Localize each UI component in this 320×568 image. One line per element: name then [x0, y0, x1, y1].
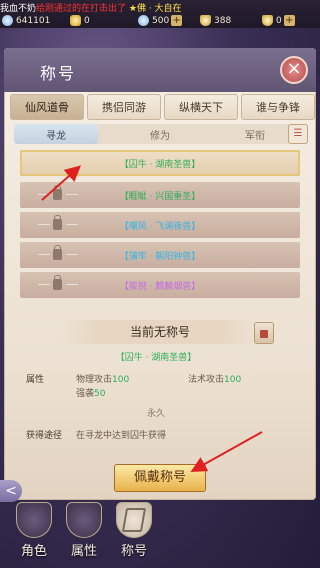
title-row[interactable]: 【嘲风 · 飞澜夜兽】 [20, 212, 300, 238]
currency-value: 388 [214, 15, 232, 26]
subtab-xiuwei[interactable]: 修为 [118, 124, 202, 144]
divider [38, 224, 50, 225]
attr-physical-attack: 物理攻击100 [76, 375, 130, 385]
title-row[interactable]: 【蒲牢 · 朝阳钟兽】 [20, 242, 300, 268]
lock-icon [53, 185, 62, 200]
title-row[interactable]: 【囚牛 · 湖南圣兽】 [20, 150, 300, 176]
panel-title: 称号 [40, 64, 77, 83]
nav-label: 称号 [120, 544, 147, 559]
divider [38, 194, 50, 195]
divider [38, 284, 50, 285]
lock-icon [53, 275, 62, 290]
title-name: 【蒲牢 · 朝阳钟兽】 [119, 251, 201, 262]
title-name: 【狻猊 · 麒麟烟兽】 [119, 281, 201, 292]
title-row[interactable]: 【狻猊 · 麒麟烟兽】 [20, 272, 300, 298]
tab-xianfengdaogu[interactable]: 仙风道骨 [10, 94, 84, 120]
divider [38, 254, 50, 255]
title-info-button[interactable] [254, 322, 274, 344]
title-row[interactable]: 【睚眦 · 兴国重圣】 [20, 182, 300, 208]
currency-value: 500 [152, 15, 170, 26]
ticker-text: 我血不奶 [0, 4, 37, 13]
sub-tabs: 寻龙 修为 军衔 [14, 124, 308, 144]
title-name: 【嘲风 · 飞澜夜兽】 [119, 221, 201, 232]
attr-assault: 强袭50 [76, 389, 106, 399]
nav-character[interactable]: 角色 [12, 502, 56, 564]
subtab-junxian[interactable]: 军衔 [222, 124, 288, 144]
lock-icon [53, 215, 62, 230]
title-name: 【睚眦 · 兴国重圣】 [119, 191, 201, 202]
tab-xielvtongyou[interactable]: 携侣同游 [87, 94, 161, 120]
attr-magic-attack: 法术攻击100 [188, 375, 242, 385]
duration-text: 永久 [146, 409, 165, 419]
gold-icon [70, 15, 81, 26]
currency-value: 0 [276, 15, 282, 26]
title-name: 【囚牛 · 湖南圣兽】 [119, 159, 201, 170]
currency-value: 0 [84, 15, 90, 26]
ticker-text: ★佛 · 大自在 [128, 4, 182, 13]
nav-titles[interactable]: 称号 [112, 502, 156, 564]
seal-icon [260, 330, 268, 338]
title-list[interactable]: 【囚牛 · 湖南圣兽】 【睚眦 · 兴国重圣】 【嘲风 · 飞澜夜兽】 【蒲牢 … [20, 148, 300, 308]
tab-zonghengtianxia[interactable]: 纵横天下 [164, 94, 238, 120]
currency-value: 641101 [16, 15, 51, 26]
divider [66, 224, 78, 225]
wear-title-button[interactable]: 佩戴称号 [114, 464, 206, 492]
currency-diamond: 641101 [2, 14, 50, 27]
currency-ingot-2: 0 + [262, 14, 295, 27]
diamond-icon [138, 15, 149, 26]
ticker-text: 给刚通过的在打击出了 [36, 4, 127, 13]
nav-attributes[interactable]: 属性 [62, 502, 106, 564]
attr-label: 属性 [26, 375, 45, 385]
diamond-icon [2, 15, 13, 26]
ingot-icon [200, 15, 211, 26]
list-menu-button[interactable]: ☰ [288, 124, 308, 144]
close-button[interactable]: × [280, 56, 308, 84]
divider [66, 254, 78, 255]
recharge-button[interactable]: + [283, 15, 295, 26]
lock-icon [53, 245, 62, 260]
system-ticker: 我血不奶给刚通过的在打击出了 ★佛 · 大自在 [0, 1, 320, 13]
divider [66, 284, 78, 285]
collapse-arrow-button[interactable]: < [0, 480, 22, 502]
currency-gold: 0 [70, 14, 90, 27]
currency-ingot: 388 [200, 14, 231, 27]
current-title-label: 当前无称号 [60, 320, 260, 344]
ingot-icon [262, 15, 273, 26]
currency-diamond-2: 500 + [138, 14, 183, 27]
nav-label: 角色 [20, 544, 47, 559]
recharge-button[interactable]: + [171, 15, 183, 26]
helmet-icon [16, 502, 52, 538]
preview-title-name: 【囚牛 · 湖南圣兽】 [115, 353, 197, 363]
obtain-label: 获得途径 [26, 431, 63, 441]
mask-icon [66, 502, 102, 538]
obtain-value: 在寻龙中达到囚牛获得 [76, 431, 167, 441]
subtab-xunlong[interactable]: 寻龙 [14, 124, 98, 144]
top-bar: 我血不奶给刚通过的在打击出了 ★佛 · 大自在 641101 0 500 + 3… [0, 0, 320, 28]
tab-shuiyuzhengfeng[interactable]: 谁与争锋 [241, 94, 315, 120]
nav-label: 属性 [70, 544, 97, 559]
main-tabs: 仙风道骨 携侣同游 纵横天下 谁与争锋 [10, 94, 315, 120]
divider [66, 194, 78, 195]
title-book-icon [116, 502, 152, 538]
